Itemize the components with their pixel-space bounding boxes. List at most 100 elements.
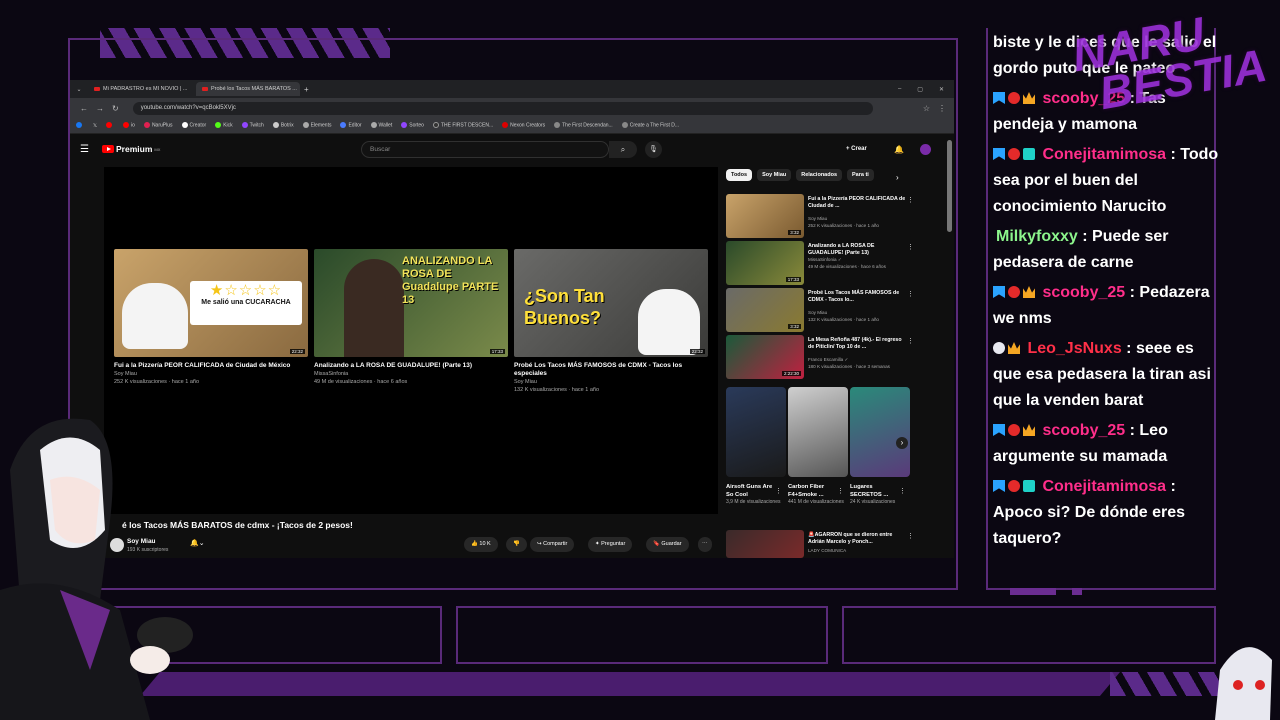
more-options-icon[interactable]: ⋮ <box>907 532 914 540</box>
more-options-icon[interactable]: ⋮ <box>907 337 914 345</box>
short-item[interactable]: › Lugares SECRETOS ... 24 K visualizacio… <box>850 387 910 506</box>
bookmark-youtube-icon[interactable] <box>106 122 114 129</box>
chip-soy-miau[interactable]: Soy Miau <box>757 169 792 181</box>
chat-username[interactable]: scooby_25 <box>1042 422 1125 439</box>
youtube-favicon-icon <box>202 87 208 91</box>
create-button[interactable]: + Crear <box>846 146 867 152</box>
bookmark-item[interactable]: io <box>123 122 135 129</box>
more-options-icon[interactable]: ⋮ <box>899 487 906 495</box>
bookmark-item[interactable]: Wallet <box>370 122 392 129</box>
recommendation-item[interactable]: 2:22:30 La Mesa Reñoña 487 (4k).- El reg… <box>726 335 926 379</box>
chat-tab-decor <box>1010 588 1056 595</box>
chip-todos[interactable]: Todos <box>726 169 753 181</box>
new-tab-button[interactable]: + <box>304 85 309 94</box>
endcard-video[interactable]: ¿Son Tan Buenos? 22:32 Probé Los Tacos M… <box>514 249 708 394</box>
endcard-video[interactable]: ANALIZANDO LA ROSA DE Guadalupe PARTE 13… <box>314 249 508 386</box>
chip-para-ti[interactable]: Para ti <box>847 169 874 181</box>
crown-badge-icon <box>1023 286 1035 298</box>
short-thumbnail <box>726 387 786 477</box>
chip-relacionados[interactable]: Relacionados <box>796 169 843 181</box>
search-button[interactable]: ⌕ <box>609 140 637 158</box>
tab-search-icon[interactable]: ⌄ <box>74 86 84 93</box>
bookmark-item[interactable]: Create a The First D... <box>621 122 679 129</box>
mascot-eye <box>1255 680 1265 690</box>
bookmark-item[interactable]: Twitch <box>241 122 264 129</box>
share-button[interactable]: ↪ Compartir <box>530 537 575 552</box>
youtube-favicon-icon <box>94 87 100 91</box>
stream-overlay: ⌄ Mi PADRASTRO es MI NOVIO | ... Probé l… <box>0 0 1280 720</box>
like-button[interactable]: 👍 10 K <box>464 537 498 552</box>
mascot-image <box>638 289 700 355</box>
chevron-right-icon[interactable]: › <box>896 173 899 182</box>
bookmark-item[interactable]: Kick <box>215 122 233 129</box>
recommendation-thumbnail <box>726 530 804 558</box>
next-shorts-icon[interactable]: › <box>896 437 908 449</box>
more-options-icon[interactable]: ⋮ <box>837 487 844 495</box>
url-field[interactable]: youtube.com/watch?v=qcBokl5XVjc <box>132 101 873 115</box>
more-options-icon[interactable]: ⋮ <box>907 243 914 251</box>
short-item[interactable]: Carbon Fiber F4+Smoke ... 441 M de visua… <box>788 387 848 506</box>
save-button[interactable]: 🔖 Guardar <box>646 537 689 552</box>
reload-icon[interactable]: ↻ <box>112 104 119 113</box>
recommendation-item[interactable]: 3:32 Fui a la Pizzería PEOR CALIFICADA d… <box>726 194 926 238</box>
browser-tab[interactable]: Mi PADRASTRO es MI NOVIO | ... <box>88 82 192 96</box>
more-actions-button[interactable]: ⋯ <box>698 537 712 552</box>
recommendation-item[interactable]: 3:32 Probé Los Tacos MÁS FAMOSOS de CDMX… <box>726 288 926 332</box>
bookmark-x-icon[interactable]: 𝕏 <box>93 123 97 129</box>
bookmark-item[interactable]: Botrix <box>272 122 294 129</box>
prime-badge-icon <box>993 286 1005 298</box>
chat-username[interactable]: Conejitamimosa <box>1042 478 1166 495</box>
more-options-icon[interactable]: ⋮ <box>775 487 782 495</box>
hamburger-menu-icon[interactable]: ☰ <box>80 144 89 155</box>
star-rating-icon: ★☆☆☆☆ <box>209 282 283 299</box>
bookmark-facebook-icon[interactable] <box>76 122 84 129</box>
bookmark-item[interactable]: THE FIRST DESCEN... <box>432 122 493 129</box>
bookmark-item[interactable]: Editor <box>340 122 362 129</box>
endcard-video[interactable]: ★☆☆☆☆ Me salió una CUCARACHA 22:32 Fui a… <box>114 249 308 386</box>
mascot-image <box>122 283 188 349</box>
bookmark-item[interactable]: The First Descendan... <box>554 122 613 129</box>
more-options-icon[interactable]: ⋮ <box>907 290 914 298</box>
bookmark-item[interactable]: NaruPlus <box>143 122 173 129</box>
dislike-button[interactable]: 👎 <box>506 537 527 552</box>
short-item[interactable]: Airsoft Guns Are So Cool 3,9 M de visual… <box>726 387 786 506</box>
browser-tab-active[interactable]: Probé los Tacos MÁS BARATOS ... <box>196 82 300 96</box>
rating-card: ★☆☆☆☆ Me salió una CUCARACHA <box>190 281 302 325</box>
chat-username[interactable]: Conejitamimosa <box>1042 146 1166 163</box>
microphone-icon[interactable]: 🎙 <box>645 140 662 158</box>
red-badge-icon <box>1008 92 1020 104</box>
chat-message: Milkyfoxxy : Puede ser pedasera de carne <box>993 228 1169 271</box>
bookmark-item[interactable]: Sorteo <box>401 122 424 129</box>
back-icon[interactable]: ← <box>80 104 88 113</box>
tab-strip: ⌄ Mi PADRASTRO es MI NOVIO | ... Probé l… <box>70 80 954 98</box>
youtube-logo[interactable]: Premium MX <box>102 144 160 154</box>
account-avatar[interactable] <box>920 143 931 155</box>
bookmark-item[interactable]: Nexon Creators <box>502 122 545 129</box>
bookmark-icon: 🔖 <box>653 541 660 547</box>
star-icon[interactable]: ☆ <box>923 104 930 113</box>
recommendation-thumbnail: 2:22:30 <box>726 335 804 379</box>
bottom-panel-3 <box>842 606 1216 664</box>
more-options-icon[interactable]: ⋮ <box>907 196 914 204</box>
chat-username[interactable]: scooby_25 <box>1042 284 1125 301</box>
red-badge-icon <box>1008 286 1020 298</box>
bookmark-item[interactable]: Creator <box>181 122 206 129</box>
ask-button[interactable]: ✦ Preguntar <box>588 537 633 552</box>
close-window-button[interactable]: ✕ <box>939 86 944 93</box>
recommendation-item[interactable]: 17:33 Analizando a LA ROSA DE GUADALUPE!… <box>726 241 926 285</box>
search-input[interactable]: Buscar <box>361 140 609 158</box>
recommendation-item[interactable]: 🚨AGARRON que se dieron entre Adrián Marc… <box>726 530 926 558</box>
white-badge-icon <box>993 342 1005 354</box>
notifications-bell-icon[interactable]: 🔔 <box>894 145 904 154</box>
page-scrollbar[interactable] <box>947 140 952 232</box>
chat-message: scooby_25 : Pedazera we nms <box>993 284 1210 327</box>
bookmark-item[interactable]: Elements <box>302 122 331 129</box>
maximize-button[interactable]: ▢ <box>917 86 923 93</box>
chat-username[interactable]: Leo_JsNuxs <box>1027 340 1121 357</box>
minimize-button[interactable]: – <box>898 86 901 93</box>
menu-dots-icon[interactable]: ⋮ <box>938 104 954 113</box>
bottom-bar <box>139 672 1121 696</box>
forward-icon[interactable]: → <box>96 104 104 113</box>
recommendation-thumbnail: 17:33 <box>726 241 804 285</box>
chat-username[interactable]: Milkyfoxxy <box>996 228 1078 245</box>
